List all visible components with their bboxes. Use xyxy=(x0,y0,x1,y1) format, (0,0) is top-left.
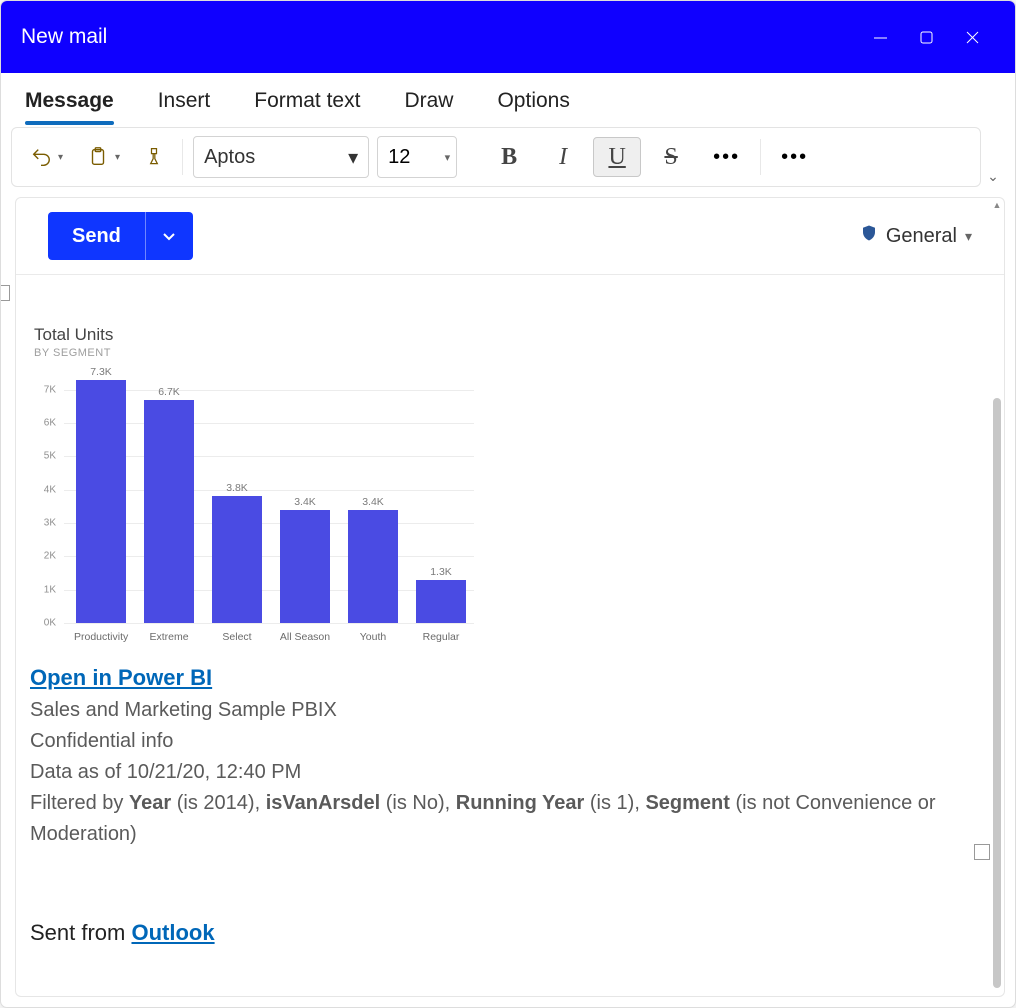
signature-text: Sent from Outlook xyxy=(30,850,990,950)
window-title: New mail xyxy=(21,25,107,49)
paste-button[interactable]: ▾ xyxy=(79,137,128,177)
tab-insert[interactable]: Insert xyxy=(156,83,213,123)
y-tick: 4K xyxy=(34,484,56,495)
x-tick-label: All Season xyxy=(278,631,332,643)
vertical-scrollbar[interactable]: ▲ xyxy=(990,198,1004,996)
compose-window: New mail Message Insert Format text Draw… xyxy=(0,0,1016,1008)
chart-subtitle: BY SEGMENT xyxy=(34,347,474,359)
bar-value-label: 1.3K xyxy=(430,566,452,578)
data-as-of-text: Data as of 10/21/20, 12:40 PM xyxy=(30,757,990,788)
bold-button[interactable]: B xyxy=(485,137,533,177)
mail-content[interactable]: Send General ▾ xyxy=(16,198,1004,990)
scroll-up-icon[interactable]: ▲ xyxy=(993,198,1002,212)
y-tick: 5K xyxy=(34,451,56,462)
selection-handle[interactable] xyxy=(974,844,990,860)
y-tick: 0K xyxy=(34,618,56,629)
sensitivity-label-text: General xyxy=(886,225,957,248)
x-tick-label: Productivity xyxy=(74,631,128,643)
bar-value-label: 3.4K xyxy=(294,496,316,508)
chart-bar xyxy=(212,496,262,623)
sensitivity-label-button[interactable]: General ▾ xyxy=(860,223,972,249)
bar-value-label: 6.7K xyxy=(158,386,180,398)
y-tick: 1K xyxy=(34,584,56,595)
send-options-button[interactable] xyxy=(145,212,193,260)
ribbon: ▾ ▾ Aptos ▾ 12 ▾ B I U S xyxy=(11,127,981,187)
shield-icon xyxy=(860,223,878,249)
chevron-down-icon: ▾ xyxy=(115,152,120,163)
tab-draw[interactable]: Draw xyxy=(402,83,455,123)
filter-text: Filtered by Year (is 2014), isVanArsdel … xyxy=(30,788,990,850)
tab-options[interactable]: Options xyxy=(495,83,571,123)
chart-title: Total Units xyxy=(34,325,474,345)
font-size-select[interactable]: 12 ▾ xyxy=(377,136,457,178)
strikethrough-button[interactable]: S xyxy=(647,137,695,177)
chart-bar xyxy=(280,510,330,623)
tab-message[interactable]: Message xyxy=(23,83,116,123)
font-size-value: 12 xyxy=(388,146,410,169)
x-tick-label: Regular xyxy=(414,631,468,643)
chart-total-units: Total Units BY SEGMENT 0K1K2K3K4K5K6K7K … xyxy=(34,325,474,643)
x-tick-label: Youth xyxy=(346,631,400,643)
chart-bar xyxy=(144,400,194,623)
y-tick: 3K xyxy=(34,518,56,529)
chart-bar xyxy=(416,580,466,623)
ribbon-collapse-chevron-icon[interactable]: ⌄ xyxy=(981,127,1005,187)
chevron-down-icon: ▾ xyxy=(965,228,972,245)
ribbon-tabs: Message Insert Format text Draw Options xyxy=(1,73,1015,123)
chevron-down-icon: ▾ xyxy=(445,151,451,164)
chevron-down-icon: ▾ xyxy=(58,152,63,163)
close-button[interactable] xyxy=(949,18,995,56)
classification-text: Confidential info xyxy=(30,726,990,757)
outlook-link[interactable]: Outlook xyxy=(131,920,214,945)
maximize-button[interactable] xyxy=(903,18,949,56)
bar-value-label: 3.8K xyxy=(226,482,248,494)
minimize-button[interactable] xyxy=(857,18,903,56)
send-button[interactable]: Send xyxy=(48,212,145,260)
x-tick-label: Extreme xyxy=(142,631,196,643)
selection-handle[interactable] xyxy=(0,285,10,301)
more-commands-button[interactable]: ••• xyxy=(771,146,818,169)
undo-button[interactable]: ▾ xyxy=(22,137,71,177)
open-in-power-bi-link[interactable]: Open in Power BI xyxy=(30,665,212,690)
format-painter-button[interactable] xyxy=(136,137,172,177)
chevron-down-icon: ▾ xyxy=(344,145,362,170)
mail-body-panel: Send General ▾ xyxy=(15,197,1005,997)
chart-bar xyxy=(348,510,398,623)
title-bar: New mail xyxy=(1,1,1015,73)
bar-value-label: 7.3K xyxy=(90,366,112,378)
bar-value-label: 3.4K xyxy=(362,496,384,508)
y-tick: 2K xyxy=(34,551,56,562)
underline-button[interactable]: U xyxy=(593,137,641,177)
x-tick-label: Select xyxy=(210,631,264,643)
report-source-text: Sales and Marketing Sample PBIX xyxy=(30,695,990,726)
italic-button[interactable]: I xyxy=(539,137,587,177)
y-tick: 6K xyxy=(34,418,56,429)
more-formatting-button[interactable]: ••• xyxy=(703,146,750,169)
y-tick: 7K xyxy=(34,384,56,395)
font-family-select[interactable]: Aptos ▾ xyxy=(193,136,369,178)
chart-bar xyxy=(76,380,126,623)
font-family-value: Aptos xyxy=(204,146,344,169)
tab-format-text[interactable]: Format text xyxy=(252,83,362,123)
